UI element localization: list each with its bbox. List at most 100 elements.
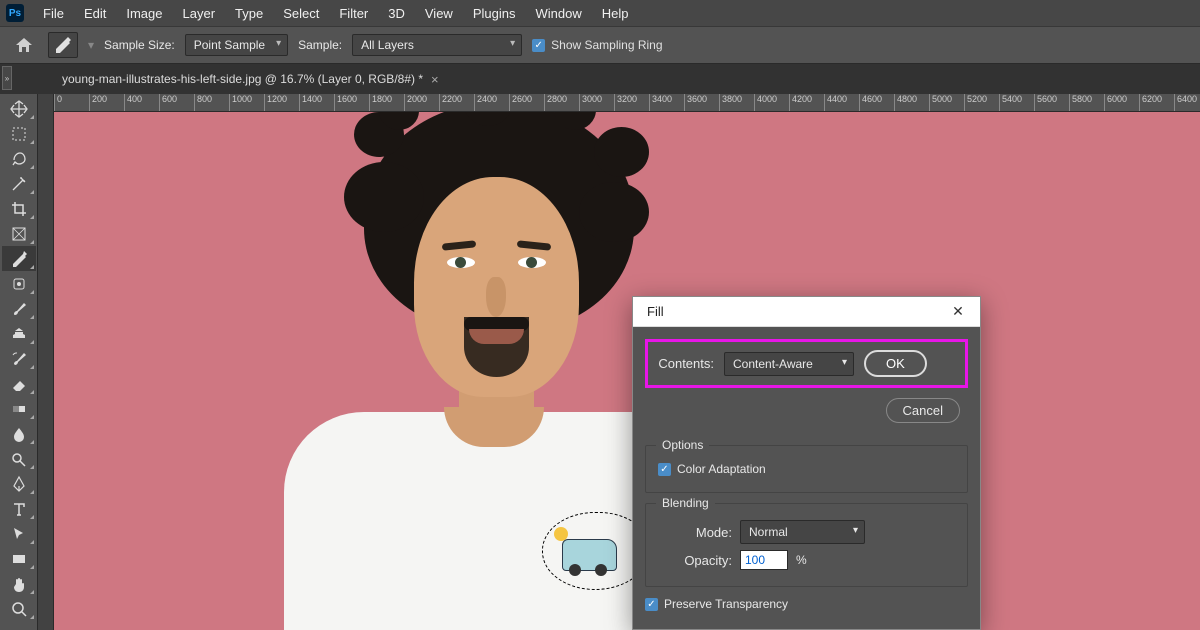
blur-tool[interactable] <box>2 421 36 446</box>
document-tab[interactable]: young-man-illustrates-his-left-side.jpg … <box>50 66 451 93</box>
sample-select[interactable]: All Layers <box>352 34 522 56</box>
ruler-tick: 6400 <box>1174 94 1197 112</box>
rectangle-tool[interactable] <box>2 546 36 571</box>
history-brush-tool[interactable] <box>2 346 36 371</box>
color-adaptation-checkbox[interactable]: ✓ Color Adaptation <box>658 462 766 476</box>
options-fieldset: Options ✓ Color Adaptation <box>645 445 968 493</box>
spot-heal-tool-icon <box>10 275 28 293</box>
pen-tool-icon <box>10 475 28 493</box>
ok-button[interactable]: OK <box>864 350 927 377</box>
clone-stamp-tool[interactable] <box>2 321 36 346</box>
menu-edit[interactable]: Edit <box>75 2 115 25</box>
options-bar: ▾ Sample Size: Point Sample Sample: All … <box>0 26 1200 64</box>
horizontal-ruler: 0200400600800100012001400160018002000220… <box>54 94 1200 112</box>
eraser-tool[interactable] <box>2 371 36 396</box>
ruler-tick: 1800 <box>369 94 392 112</box>
canvas[interactable] <box>54 112 1200 630</box>
menu-type[interactable]: Type <box>226 2 272 25</box>
dialog-title: Fill <box>647 304 664 319</box>
contents-label: Contents: <box>658 356 714 371</box>
menu-3d[interactable]: 3D <box>379 2 414 25</box>
ruler-tick: 2200 <box>439 94 462 112</box>
lasso-tool[interactable] <box>2 146 36 171</box>
home-icon <box>15 37 33 53</box>
zoom-tool-icon <box>10 600 28 618</box>
ruler-tick: 5200 <box>964 94 987 112</box>
sample-label: Sample: <box>298 38 342 52</box>
frame-tool[interactable] <box>2 221 36 246</box>
pen-tool[interactable] <box>2 471 36 496</box>
ruler-tick: 1000 <box>229 94 252 112</box>
gradient-tool-icon <box>10 400 28 418</box>
menu-window[interactable]: Window <box>526 2 590 25</box>
eyedropper-icon <box>54 36 72 54</box>
show-sampling-ring-checkbox[interactable]: ✓ Show Sampling Ring <box>532 38 662 52</box>
contents-row-highlight: Contents: Content-Aware OK <box>645 339 968 388</box>
menu-file[interactable]: File <box>34 2 73 25</box>
zoom-tool[interactable] <box>2 596 36 621</box>
menu-layer[interactable]: Layer <box>174 2 225 25</box>
menu-filter[interactable]: Filter <box>330 2 377 25</box>
menu-image[interactable]: Image <box>117 2 171 25</box>
hand-tool-icon <box>10 575 28 593</box>
gradient-tool[interactable] <box>2 396 36 421</box>
ruler-tick: 2600 <box>509 94 532 112</box>
ruler-tick: 1400 <box>299 94 322 112</box>
dodge-tool[interactable] <box>2 446 36 471</box>
dialog-close-button[interactable]: ✕ <box>946 303 970 320</box>
magic-wand-tool[interactable] <box>2 171 36 196</box>
cancel-button[interactable]: Cancel <box>886 398 960 423</box>
path-select-tool-icon <box>10 525 28 543</box>
brush-tool[interactable] <box>2 296 36 321</box>
ruler-tick: 1600 <box>334 94 357 112</box>
check-icon: ✓ <box>645 598 658 611</box>
ruler-tick: 3000 <box>579 94 602 112</box>
ruler-tick: 6000 <box>1104 94 1127 112</box>
photoshop-logo: Ps <box>6 4 24 22</box>
color-adaptation-label: Color Adaptation <box>677 462 766 476</box>
ruler-tick: 3800 <box>719 94 742 112</box>
close-tab-button[interactable]: × <box>431 72 439 87</box>
ruler-tick: 3200 <box>614 94 637 112</box>
clone-stamp-tool-icon <box>10 325 28 343</box>
home-button[interactable] <box>10 34 38 56</box>
move-tool-icon <box>10 100 28 118</box>
menu-help[interactable]: Help <box>593 2 638 25</box>
ruler-tick: 5600 <box>1034 94 1057 112</box>
eyedropper-tool-icon <box>10 250 28 268</box>
fill-dialog: Fill ✕ Contents: Content-Aware OK Cancel… <box>632 296 981 630</box>
current-tool-preset[interactable] <box>48 32 78 58</box>
move-tool[interactable] <box>2 96 36 121</box>
marquee-tool[interactable] <box>2 121 36 146</box>
menu-select[interactable]: Select <box>274 2 328 25</box>
blending-fieldset: Blending Mode: Normal Opacity: % <box>645 503 968 587</box>
ruler-tick: 1200 <box>264 94 287 112</box>
type-tool[interactable] <box>2 496 36 521</box>
menu-plugins[interactable]: Plugins <box>464 2 525 25</box>
menu-view[interactable]: View <box>416 2 462 25</box>
path-select-tool[interactable] <box>2 521 36 546</box>
mode-select[interactable]: Normal <box>740 520 865 544</box>
ruler-tick: 4400 <box>824 94 847 112</box>
crop-tool[interactable] <box>2 196 36 221</box>
ruler-tick: 0 <box>54 94 62 112</box>
contents-select[interactable]: Content-Aware <box>724 352 854 376</box>
dialog-titlebar[interactable]: Fill ✕ <box>633 297 980 327</box>
opacity-label: Opacity: <box>658 553 732 568</box>
blending-legend: Blending <box>656 496 715 510</box>
magic-wand-tool-icon <box>10 175 28 193</box>
ruler-tick: 4000 <box>754 94 777 112</box>
expand-panels-button[interactable]: » <box>2 66 12 90</box>
sample-size-select[interactable]: Point Sample <box>185 34 288 56</box>
ruler-tick: 4200 <box>789 94 812 112</box>
ruler-tick: 6200 <box>1139 94 1162 112</box>
hand-tool[interactable] <box>2 571 36 596</box>
preserve-transparency-checkbox[interactable]: ✓ Preserve Transparency <box>645 597 788 611</box>
spot-heal-tool[interactable] <box>2 271 36 296</box>
rectangle-tool-icon <box>10 550 28 568</box>
opacity-input[interactable] <box>740 550 788 570</box>
eyedropper-tool[interactable] <box>2 246 36 271</box>
collapsed-panel-strip[interactable] <box>38 94 54 630</box>
document-tab-title: young-man-illustrates-his-left-side.jpg … <box>62 72 423 86</box>
ruler-tick: 600 <box>159 94 177 112</box>
